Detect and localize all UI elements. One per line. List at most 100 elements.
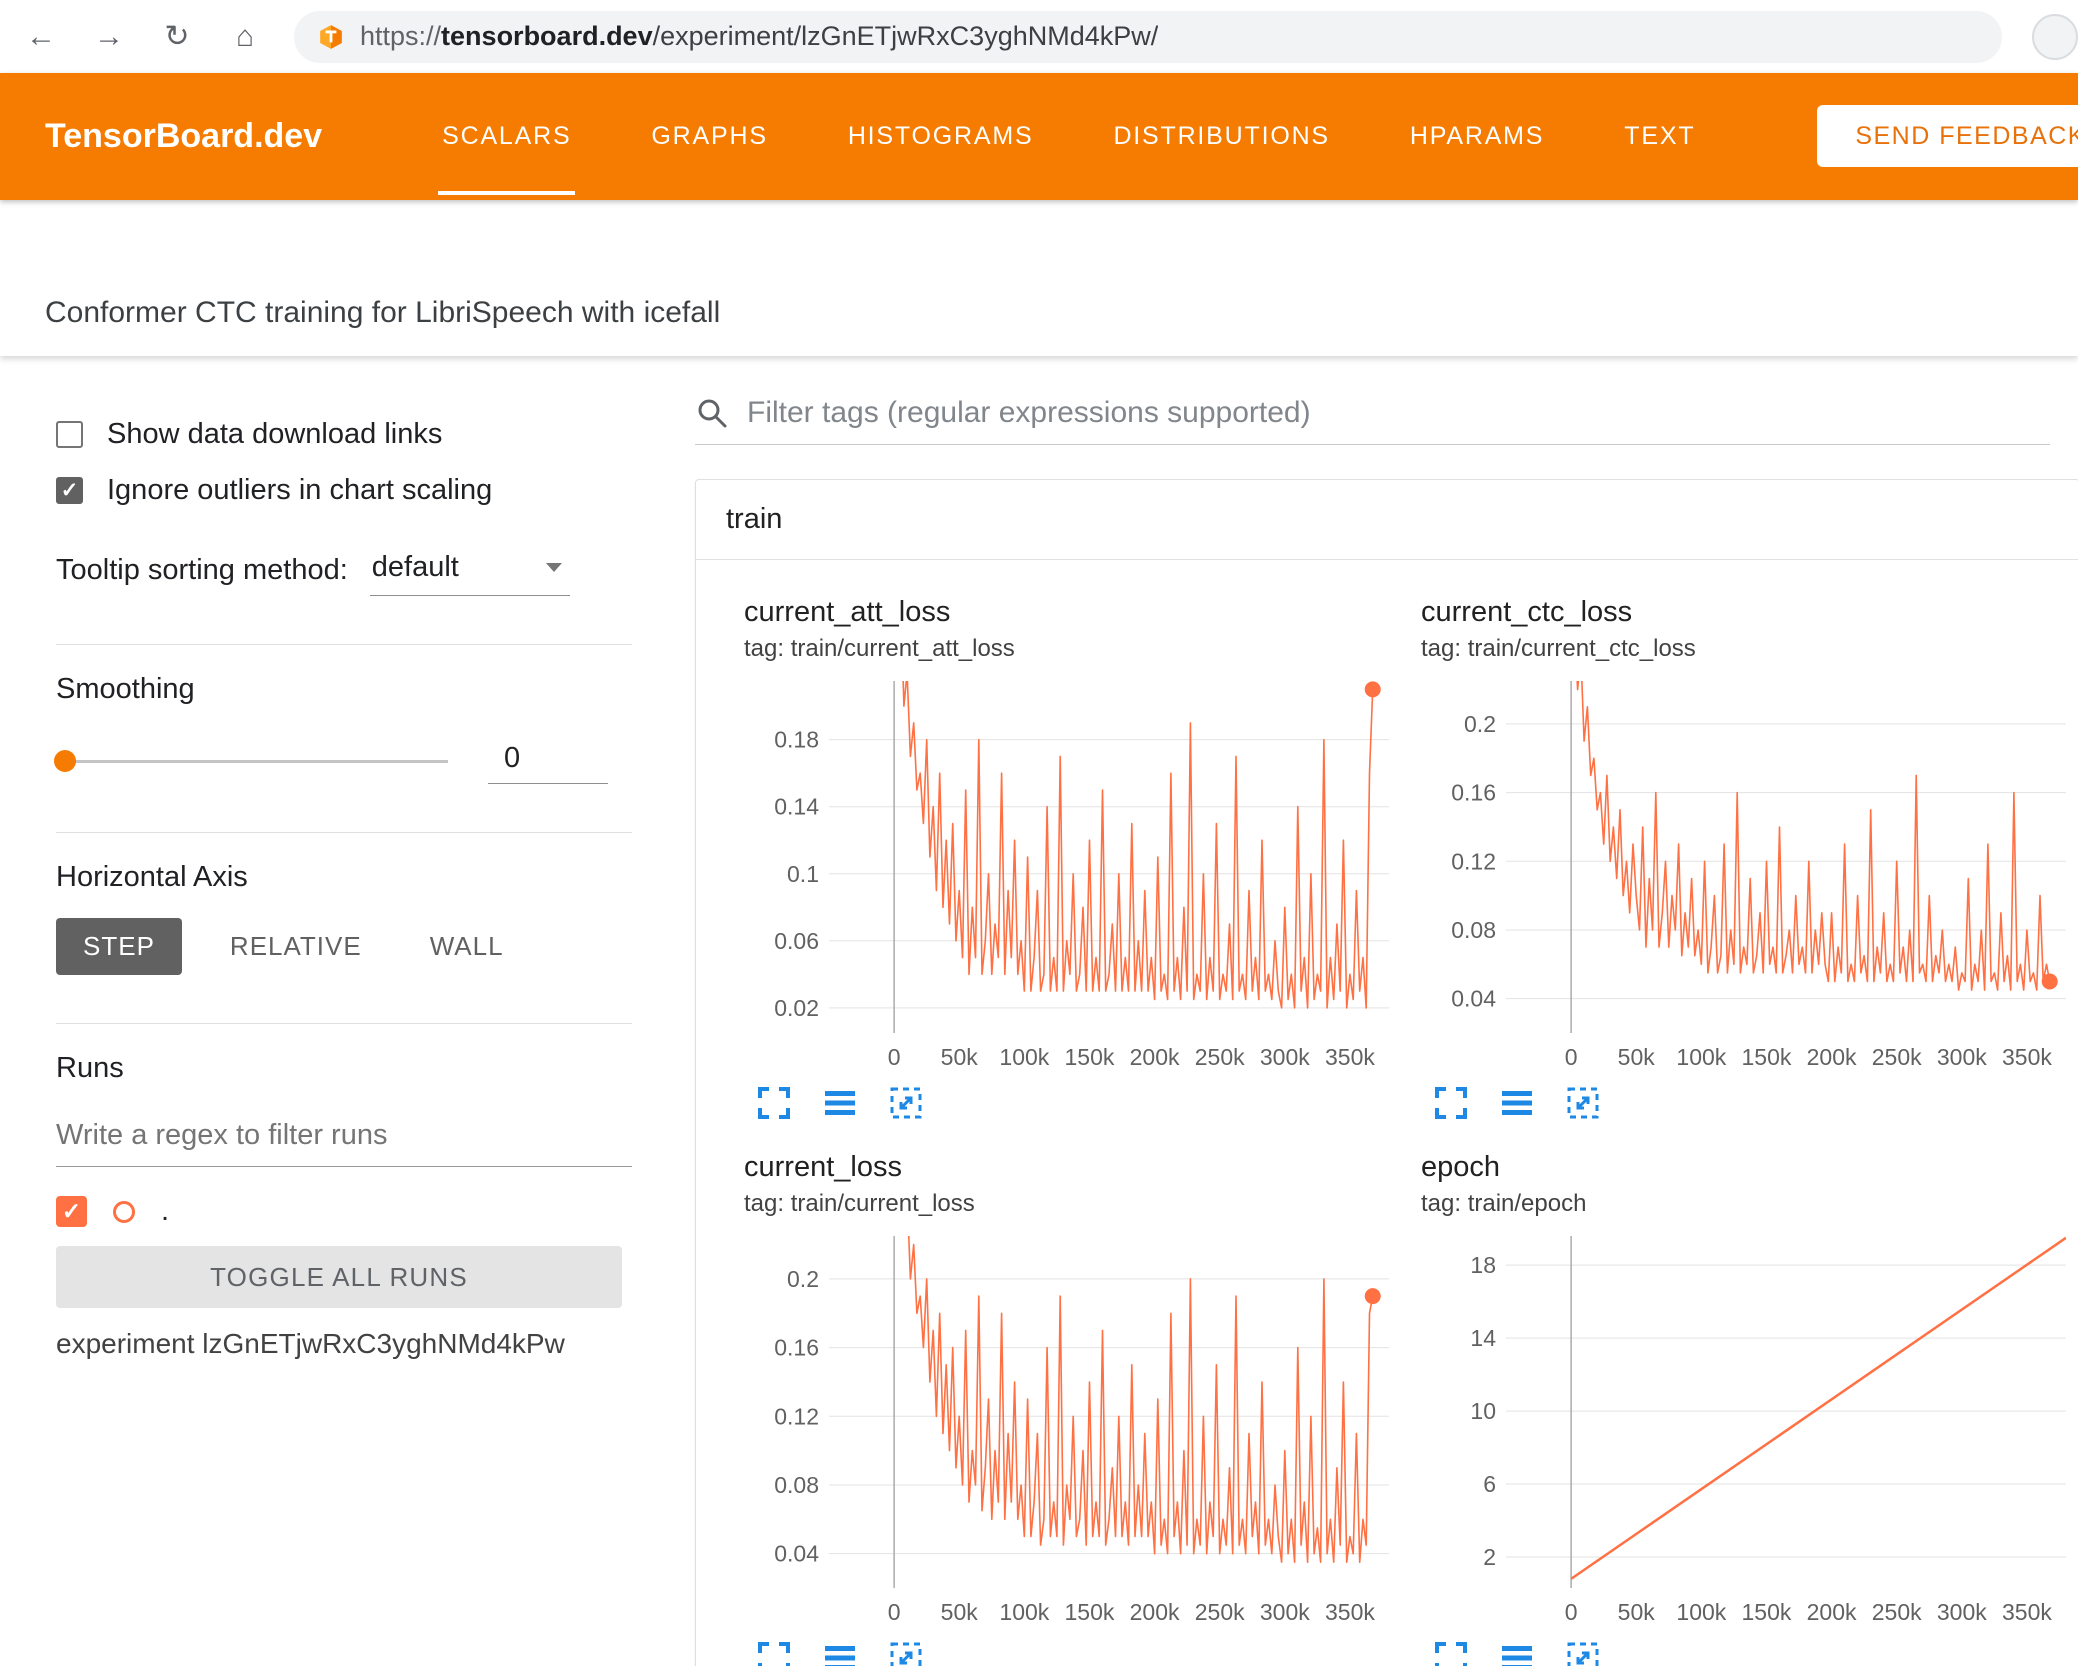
back-icon[interactable]: ← [22, 20, 60, 54]
url-bar[interactable]: https://tensorboard.dev/experiment/lzGnE… [294, 10, 2002, 63]
train-card-header[interactable]: train [696, 480, 2078, 560]
charts-grid: current_att_loss tag: train/current_att_… [696, 560, 2078, 1666]
avatar[interactable] [2032, 13, 2078, 60]
svg-text:0.04: 0.04 [774, 1541, 819, 1567]
fit-domain-icon[interactable] [1565, 1640, 1601, 1666]
slider-track [56, 760, 448, 763]
fit-domain-icon[interactable] [888, 1085, 924, 1121]
slider-thumb[interactable] [54, 750, 76, 772]
show-download-row: Show data download links [56, 406, 632, 462]
svg-text:350k: 350k [1325, 1044, 1375, 1070]
sidebar-divider [56, 1023, 632, 1024]
svg-text:0.14: 0.14 [774, 794, 819, 820]
expand-chart-icon[interactable] [1433, 1085, 1469, 1121]
chart-tag: tag: train/current_loss [744, 1190, 975, 1217]
tab-scalars[interactable]: SCALARS [402, 73, 611, 200]
svg-text:6: 6 [1483, 1471, 1496, 1497]
filter-tags-input[interactable] [747, 396, 2050, 430]
tab-distributions[interactable]: DISTRIBUTIONS [1073, 73, 1369, 200]
expand-chart-icon[interactable] [756, 1640, 792, 1666]
reload-icon[interactable]: ↻ [158, 19, 196, 54]
svg-text:200k: 200k [1130, 1044, 1180, 1070]
tooltip-sorting-dropdown[interactable]: default [369, 544, 570, 596]
sidebar-divider [56, 644, 632, 645]
send-feedback-button[interactable]: SEND FEEDBACK [1817, 105, 2078, 167]
chevron-down-icon [545, 563, 562, 572]
chart-canvas[interactable]: 2 6 10 14 18 0 50k 100k 150k 200k 250k 300k 350k [1421, 1226, 2076, 1628]
tab-graphs[interactable]: GRAPHS [611, 73, 807, 200]
tab-text[interactable]: TEXT [1584, 73, 1735, 200]
chart-toolbar [1421, 1640, 2076, 1666]
chart-toolbar [1421, 1085, 2076, 1121]
expand-chart-icon[interactable] [1433, 1640, 1469, 1666]
svg-text:150k: 150k [1065, 1599, 1115, 1625]
chart-current-loss: current_loss tag: train/current_loss 0.0… [744, 1151, 1399, 1666]
tab-hparams[interactable]: HPARAMS [1370, 73, 1584, 200]
svg-text:0.2: 0.2 [787, 1266, 819, 1292]
horizontal-axis-buttons: STEP RELATIVE WALL [56, 918, 632, 975]
experiment-id-label: experiment lzGnETjwRxC3yghNMd4kPw [56, 1328, 565, 1359]
toggle-all-runs-button[interactable]: TOGGLE ALL RUNS [56, 1246, 622, 1308]
svg-text:100k: 100k [1676, 1044, 1726, 1070]
svg-text:50k: 50k [941, 1044, 979, 1070]
svg-text:350k: 350k [2002, 1044, 2052, 1070]
ignore-outliers-row: ✓ Ignore outliers in chart scaling [56, 462, 632, 518]
svg-text:0.02: 0.02 [774, 995, 819, 1021]
svg-text:0.16: 0.16 [774, 1335, 819, 1361]
data-table-icon[interactable] [822, 1085, 858, 1121]
svg-text:0.2: 0.2 [1464, 711, 1496, 737]
step-button[interactable]: STEP [56, 918, 182, 975]
expand-chart-icon[interactable] [756, 1085, 792, 1121]
wall-button[interactable]: WALL [410, 918, 524, 975]
data-table-icon[interactable] [1499, 1085, 1535, 1121]
svg-text:350k: 350k [1325, 1599, 1375, 1625]
brand: TensorBoard.dev [45, 117, 323, 155]
sidebar-divider [56, 832, 632, 833]
smoothing-slider[interactable] [54, 750, 448, 772]
forward-icon[interactable]: → [90, 20, 128, 54]
chart-tag: tag: train/current_ctc_loss [1421, 635, 1696, 662]
svg-text:0: 0 [1565, 1044, 1578, 1070]
svg-text:300k: 300k [1937, 1044, 1987, 1070]
tab-histograms[interactable]: HISTOGRAMS [808, 73, 1074, 200]
svg-text:250k: 250k [1195, 1599, 1245, 1625]
svg-text:300k: 300k [1260, 1599, 1310, 1625]
chart-current-ctc-loss: current_ctc_loss tag: train/current_ctc_… [1421, 596, 2076, 1121]
chart-epoch: epoch tag: train/epoch 2 6 10 14 18 0 50k 100k 1… [1421, 1151, 2076, 1666]
tooltip-sorting-value: default [371, 551, 459, 583]
main-content: train current_att_loss tag: train/curren… [650, 356, 2078, 1666]
svg-text:0.08: 0.08 [1451, 917, 1496, 943]
svg-text:100k: 100k [1676, 1599, 1726, 1625]
ignore-outliers-checkbox[interactable]: ✓ [56, 476, 83, 504]
show-download-checkbox[interactable] [56, 420, 83, 448]
svg-text:150k: 150k [1742, 1044, 1792, 1070]
url-text: https://tensorboard.dev/experiment/lzGnE… [360, 21, 1159, 51]
relative-button[interactable]: RELATIVE [210, 918, 382, 975]
chart-tag: tag: train/epoch [1421, 1190, 1587, 1217]
svg-text:50k: 50k [941, 1599, 979, 1625]
svg-text:150k: 150k [1065, 1044, 1115, 1070]
data-table-icon[interactable] [822, 1640, 858, 1666]
chart-title: current_loss [744, 1151, 902, 1183]
svg-text:300k: 300k [1937, 1599, 1987, 1625]
chart-title: current_att_loss [744, 596, 951, 628]
run-checkbox[interactable]: ✓ [56, 1196, 87, 1227]
chart-canvas[interactable]: 0.04 0.08 0.12 0.16 0.2 0 50k 100k 150k 200k 250k 3… [1421, 671, 2076, 1073]
fit-domain-icon[interactable] [1565, 1085, 1601, 1121]
fit-domain-icon[interactable] [888, 1640, 924, 1666]
home-icon[interactable]: ⌂ [226, 20, 264, 54]
svg-text:0.08: 0.08 [774, 1472, 819, 1498]
svg-text:0.16: 0.16 [1451, 780, 1496, 806]
chart-canvas[interactable]: 0.02 0.06 0.1 0.14 0.18 0 50k 100k 150k 200k 250k 3… [744, 671, 1399, 1073]
smoothing-value-input[interactable] [488, 738, 608, 784]
chart-tag: tag: train/current_att_loss [744, 635, 1015, 662]
tooltip-sorting-label: Tooltip sorting method: [56, 553, 348, 586]
chart-canvas[interactable]: 0.04 0.08 0.12 0.16 0.2 0 50k 100k 150k 200k 250k 3… [744, 1226, 1399, 1628]
chart-title: epoch [1421, 1151, 1501, 1183]
svg-text:200k: 200k [1807, 1044, 1857, 1070]
experiment-title-bar: Conformer CTC training for LibriSpeech w… [0, 200, 2078, 356]
horizontal-axis-label: Horizontal Axis [56, 861, 248, 893]
data-table-icon[interactable] [1499, 1640, 1535, 1666]
runs-filter-input[interactable] [56, 1111, 632, 1167]
chart-toolbar [744, 1640, 1399, 1666]
